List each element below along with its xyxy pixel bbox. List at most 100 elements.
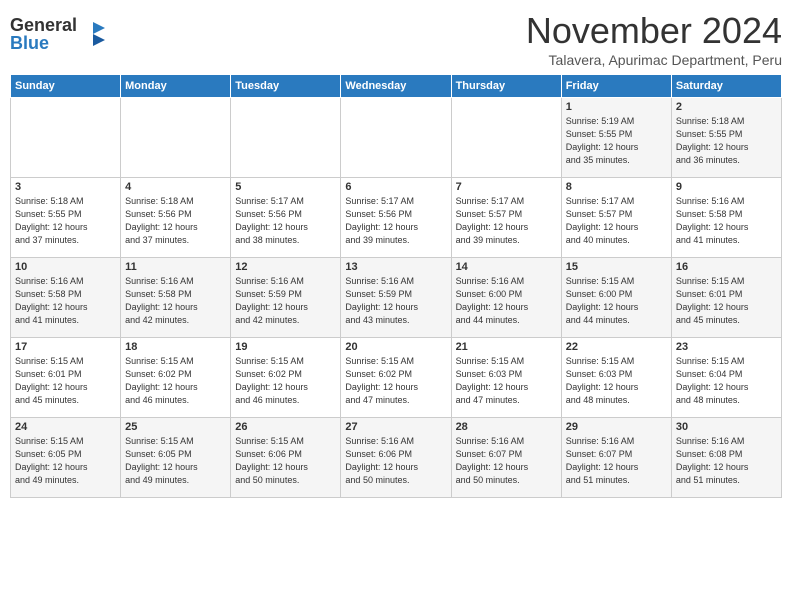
week-row-1: 1 Sunrise: 5:19 AM Sunset: 5:55 PM Daylig… [11, 98, 782, 178]
calendar-cell: 8 Sunrise: 5:17 AM Sunset: 5:57 PM Daylig… [561, 178, 671, 258]
calendar-cell: 14 Sunrise: 5:16 AM Sunset: 6:00 PM Dayli… [451, 258, 561, 338]
calendar-cell: 6 Sunrise: 5:17 AM Sunset: 5:56 PM Daylig… [341, 178, 451, 258]
day-info: Sunrise: 5:16 AM Sunset: 6:07 PM Dayligh… [456, 435, 557, 487]
day-number: 10 [15, 261, 116, 273]
calendar-cell: 15Sunrise: 5:15 AM Sunset: 6:00 PM Dayli… [561, 258, 671, 338]
calendar-cell: 27 Sunrise: 5:16 AM Sunset: 6:06 PM Dayli… [341, 418, 451, 498]
calendar-cell: 5Sunrise: 5:17 AM Sunset: 5:56 PM Daylig… [231, 178, 341, 258]
day-info: Sunrise: 5:16 AM Sunset: 5:58 PM Dayligh… [15, 275, 116, 327]
calendar-cell [11, 98, 121, 178]
calendar-header-row: SundayMondayTuesdayWednesdayThursdayFrid… [11, 75, 782, 98]
calendar-cell: 24Sunrise: 5:15 AM Sunset: 6:05 PM Dayli… [11, 418, 121, 498]
calendar-cell [341, 98, 451, 178]
calendar-cell: 12 Sunrise: 5:16 AM Sunset: 5:59 PM Dayli… [231, 258, 341, 338]
day-info: Sunrise: 5:16 AM Sunset: 5:58 PM Dayligh… [125, 275, 226, 327]
calendar-cell: 26 Sunrise: 5:15 AM Sunset: 6:06 PM Dayli… [231, 418, 341, 498]
day-number: 13 [345, 261, 446, 273]
day-info: Sunrise: 5:15 AM Sunset: 6:02 PM Dayligh… [235, 355, 336, 407]
day-number: 14 [456, 261, 557, 273]
day-info: Sunrise: 5:17 AM Sunset: 5:56 PM Dayligh… [345, 195, 446, 247]
day-info: Sunrise: 5:15 AM Sunset: 6:06 PM Dayligh… [235, 435, 336, 487]
day-number: 23 [676, 341, 777, 353]
logo-flag-icon [79, 20, 107, 48]
day-info: Sunrise: 5:16 AM Sunset: 6:00 PM Dayligh… [456, 275, 557, 327]
col-header-friday: Friday [561, 75, 671, 98]
calendar-cell: 3Sunrise: 5:18 AM Sunset: 5:55 PM Daylig… [11, 178, 121, 258]
col-header-monday: Monday [121, 75, 231, 98]
calendar-cell: 21 Sunrise: 5:15 AM Sunset: 6:03 PM Dayli… [451, 338, 561, 418]
calendar-cell: 25 Sunrise: 5:15 AM Sunset: 6:05 PM Dayli… [121, 418, 231, 498]
col-header-thursday: Thursday [451, 75, 561, 98]
day-info: Sunrise: 5:15 AM Sunset: 6:02 PM Dayligh… [345, 355, 446, 407]
day-number: 27 [345, 421, 446, 433]
day-info: Sunrise: 5:15 AM Sunset: 6:01 PM Dayligh… [15, 355, 116, 407]
calendar-cell: 23 Sunrise: 5:15 AM Sunset: 6:04 PM Dayli… [671, 338, 781, 418]
logo: General Blue [10, 16, 107, 52]
day-number: 24 [15, 421, 116, 433]
calendar-cell: 29 Sunrise: 5:16 AM Sunset: 6:07 PM Dayli… [561, 418, 671, 498]
day-number: 25 [125, 421, 226, 433]
day-info: Sunrise: 5:15 AM Sunset: 6:00 PM Dayligh… [566, 275, 667, 327]
day-info: Sunrise: 5:16 AM Sunset: 5:59 PM Dayligh… [235, 275, 336, 327]
day-number: 18 [125, 341, 226, 353]
col-header-saturday: Saturday [671, 75, 781, 98]
day-info: Sunrise: 5:16 AM Sunset: 6:06 PM Dayligh… [345, 435, 446, 487]
day-number: 2 [676, 101, 777, 113]
day-number: 20 [345, 341, 446, 353]
day-info: Sunrise: 5:17 AM Sunset: 5:57 PM Dayligh… [456, 195, 557, 247]
day-number: 28 [456, 421, 557, 433]
day-info: Sunrise: 5:17 AM Sunset: 5:57 PM Dayligh… [566, 195, 667, 247]
calendar-cell: 20 Sunrise: 5:15 AM Sunset: 6:02 PM Dayli… [341, 338, 451, 418]
day-number: 6 [345, 181, 446, 193]
day-number: 1 [566, 101, 667, 113]
week-row-3: 10 Sunrise: 5:16 AM Sunset: 5:58 PM Dayli… [11, 258, 782, 338]
day-number: 19 [235, 341, 336, 353]
calendar-cell: 30 Sunrise: 5:16 AM Sunset: 6:08 PM Dayli… [671, 418, 781, 498]
day-info: Sunrise: 5:15 AM Sunset: 6:03 PM Dayligh… [456, 355, 557, 407]
day-info: Sunrise: 5:18 AM Sunset: 5:56 PM Dayligh… [125, 195, 226, 247]
calendar-cell [451, 98, 561, 178]
week-row-2: 3Sunrise: 5:18 AM Sunset: 5:55 PM Daylig… [11, 178, 782, 258]
calendar-cell: 22 Sunrise: 5:15 AM Sunset: 6:03 PM Dayli… [561, 338, 671, 418]
col-header-wednesday: Wednesday [341, 75, 451, 98]
calendar-cell: 17 Sunrise: 5:15 AM Sunset: 6:01 PM Dayli… [11, 338, 121, 418]
day-info: Sunrise: 5:17 AM Sunset: 5:56 PM Dayligh… [235, 195, 336, 247]
day-info: Sunrise: 5:18 AM Sunset: 5:55 PM Dayligh… [676, 115, 777, 167]
day-number: 26 [235, 421, 336, 433]
day-number: 7 [456, 181, 557, 193]
month-title: November 2024 [526, 10, 782, 52]
calendar-cell: 13Sunrise: 5:16 AM Sunset: 5:59 PM Dayli… [341, 258, 451, 338]
day-number: 22 [566, 341, 667, 353]
day-number: 9 [676, 181, 777, 193]
day-info: Sunrise: 5:16 AM Sunset: 6:07 PM Dayligh… [566, 435, 667, 487]
day-number: 4 [125, 181, 226, 193]
location: Talavera, Apurimac Department, Peru [526, 52, 782, 68]
day-number: 12 [235, 261, 336, 273]
calendar-cell: 10 Sunrise: 5:16 AM Sunset: 5:58 PM Dayli… [11, 258, 121, 338]
day-info: Sunrise: 5:15 AM Sunset: 6:01 PM Dayligh… [676, 275, 777, 327]
calendar-cell: 7 Sunrise: 5:17 AM Sunset: 5:57 PM Daylig… [451, 178, 561, 258]
day-info: Sunrise: 5:16 AM Sunset: 5:58 PM Dayligh… [676, 195, 777, 247]
calendar-cell [231, 98, 341, 178]
title-block: November 2024 Talavera, Apurimac Departm… [526, 10, 782, 68]
calendar-cell: 16Sunrise: 5:15 AM Sunset: 6:01 PM Dayli… [671, 258, 781, 338]
day-info: Sunrise: 5:15 AM Sunset: 6:04 PM Dayligh… [676, 355, 777, 407]
day-info: Sunrise: 5:19 AM Sunset: 5:55 PM Dayligh… [566, 115, 667, 167]
day-number: 30 [676, 421, 777, 433]
calendar-cell: 9 Sunrise: 5:16 AM Sunset: 5:58 PM Daylig… [671, 178, 781, 258]
day-number: 3 [15, 181, 116, 193]
day-number: 8 [566, 181, 667, 193]
day-number: 21 [456, 341, 557, 353]
day-info: Sunrise: 5:15 AM Sunset: 6:03 PM Dayligh… [566, 355, 667, 407]
day-number: 17 [15, 341, 116, 353]
day-info: Sunrise: 5:16 AM Sunset: 6:08 PM Dayligh… [676, 435, 777, 487]
calendar-cell [121, 98, 231, 178]
day-number: 29 [566, 421, 667, 433]
calendar-cell: 2 Sunrise: 5:18 AM Sunset: 5:55 PM Daylig… [671, 98, 781, 178]
calendar-cell: 18 Sunrise: 5:15 AM Sunset: 6:02 PM Dayli… [121, 338, 231, 418]
day-info: Sunrise: 5:15 AM Sunset: 6:02 PM Dayligh… [125, 355, 226, 407]
day-info: Sunrise: 5:15 AM Sunset: 6:05 PM Dayligh… [125, 435, 226, 487]
col-header-tuesday: Tuesday [231, 75, 341, 98]
logo-general-text: General [10, 16, 77, 34]
week-row-4: 17 Sunrise: 5:15 AM Sunset: 6:01 PM Dayli… [11, 338, 782, 418]
